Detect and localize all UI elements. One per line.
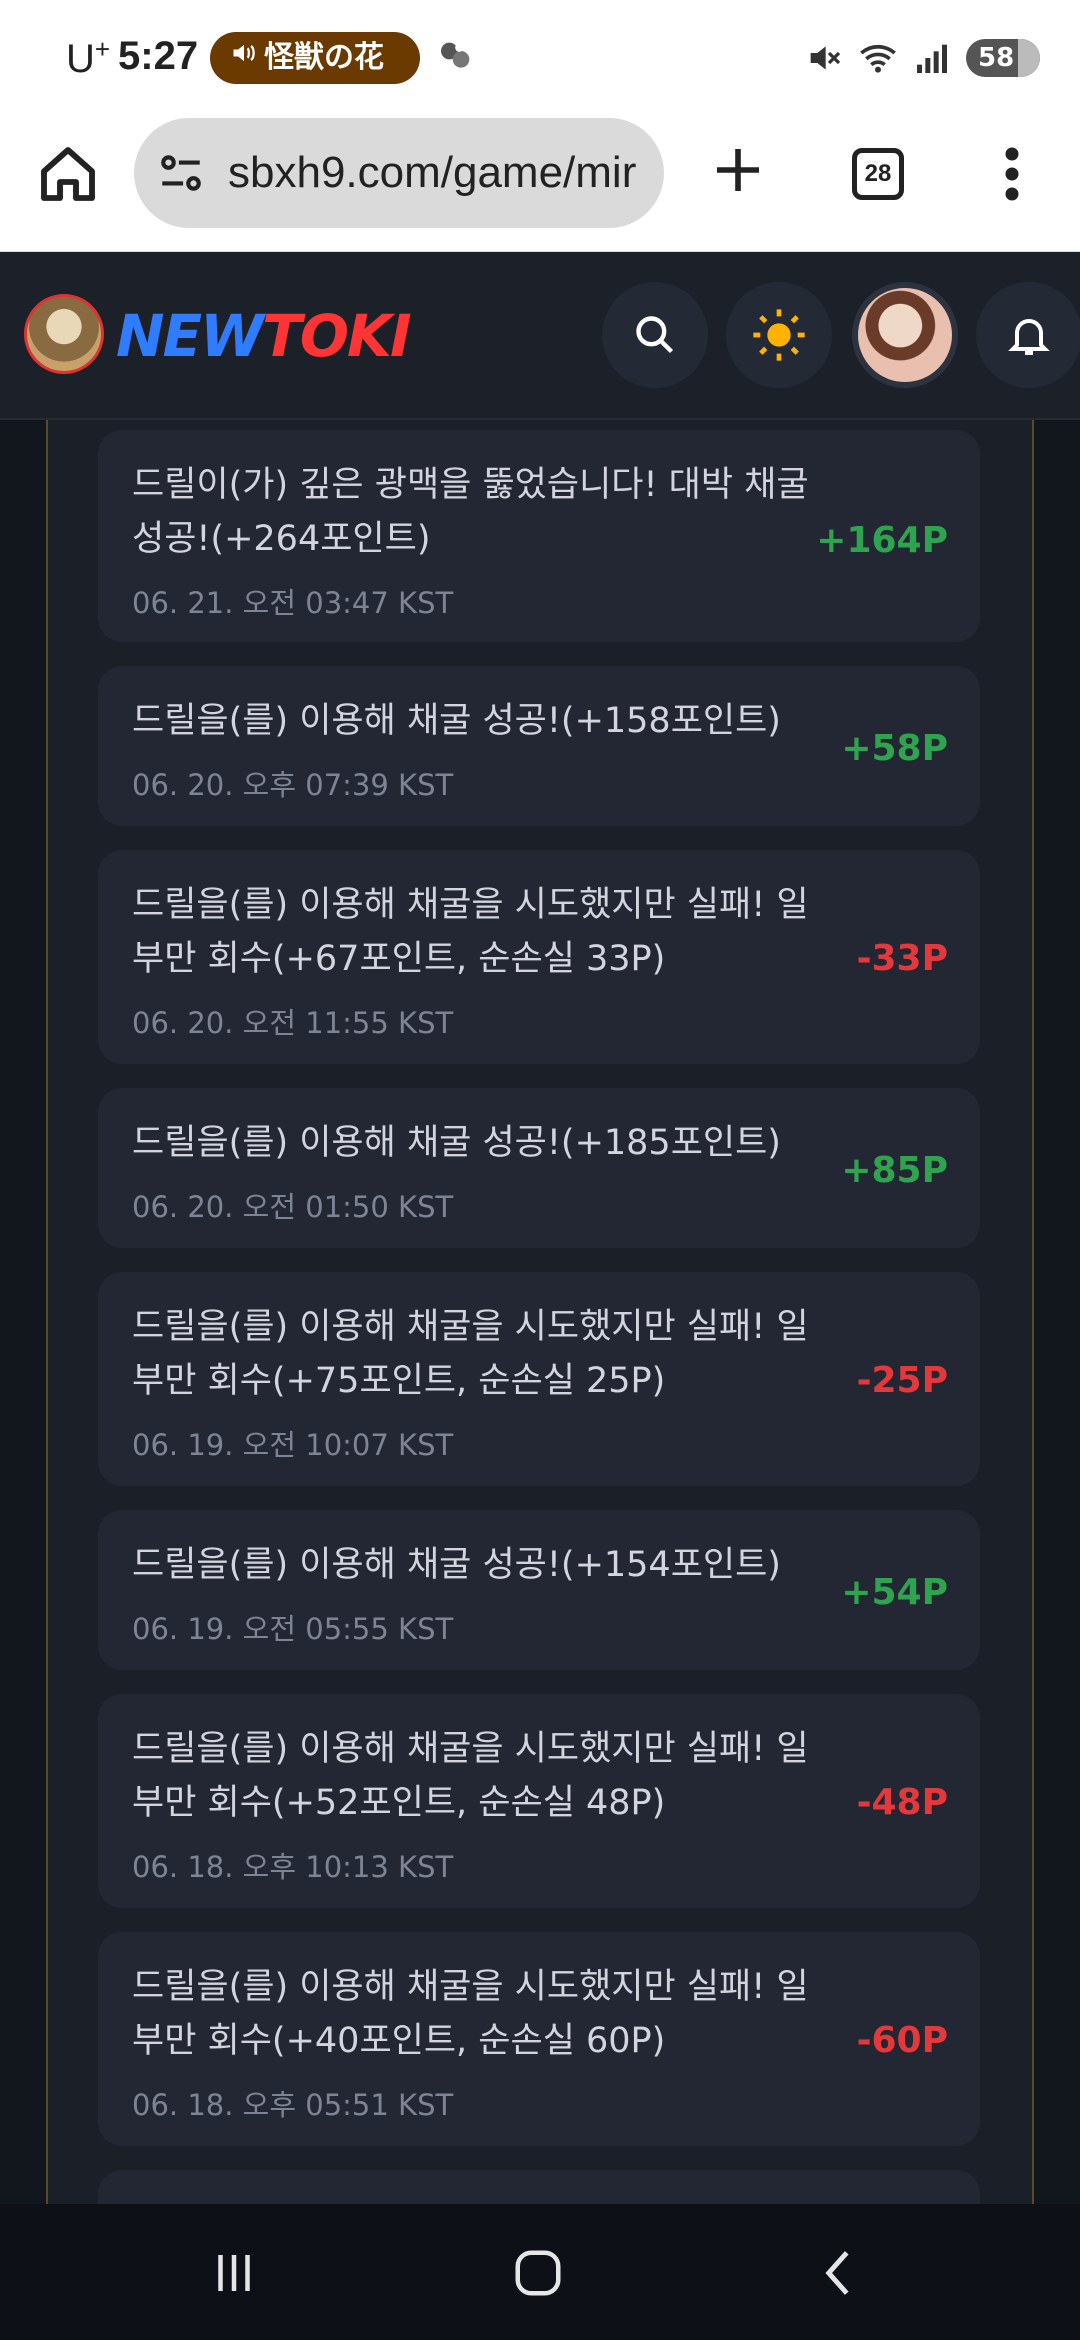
- app-notification-icon: [436, 36, 476, 76]
- site-mascot-avatar[interactable]: [24, 294, 104, 374]
- log-item: 드릴이(가) 깊은 광맥을 뚫었습니다! 대박 채굴 성공!(+264포인트) …: [98, 430, 980, 642]
- log-message: 드릴을(를) 이용해 채굴을 시도했지만 실패! 일부만 회수(+67포인트, …: [132, 885, 809, 979]
- battery-indicator: 58: [966, 39, 1040, 77]
- mute-icon: [810, 46, 841, 70]
- carrier-label: U+: [66, 34, 111, 81]
- speaker-icon: [230, 32, 264, 84]
- sun-icon: [753, 309, 805, 361]
- site-settings-icon[interactable]: [156, 148, 206, 198]
- browser-toolbar: sbxh9.com/game/mir 28: [0, 118, 1080, 252]
- notifications-button[interactable]: [976, 282, 1080, 388]
- log-time: 06. 18. 오후 05:51 KST: [132, 2088, 454, 2122]
- profile-avatar[interactable]: [852, 282, 958, 388]
- system-nav-bar: [0, 2204, 1080, 2340]
- back-icon[interactable]: [810, 2246, 870, 2300]
- log-item: 드릴을(를) 이용해 채굴을 시도했지만 실패! 일부만 회수(+67포인트, …: [98, 850, 980, 1064]
- log-time: 06. 19. 오전 10:07 KST: [132, 1428, 454, 1462]
- home-icon[interactable]: [36, 142, 100, 206]
- search-button[interactable]: [602, 282, 708, 388]
- log-amount: -33P: [856, 938, 948, 979]
- home-nav-icon[interactable]: [508, 2246, 568, 2300]
- log-item: 드릴을(를) 이용해 채굴을 시도했지만 실패! 일부만 회수(+40포인트, …: [98, 1932, 980, 2146]
- media-playing-chip[interactable]: 怪獣の花: [210, 32, 420, 84]
- theme-toggle-button[interactable]: [726, 282, 832, 388]
- site-logo[interactable]: NEWTOKI: [116, 302, 412, 370]
- wifi-icon: [860, 44, 896, 73]
- log-amount: -48P: [856, 1782, 948, 1823]
- log-time: 06. 18. 오후 10:13 KST: [132, 1850, 454, 1884]
- bell-icon: [1008, 319, 1050, 355]
- new-tab-icon[interactable]: [710, 142, 766, 198]
- log-amount: +164P: [816, 520, 948, 561]
- log-item: 드릴을(를) 이용해 채굴을 시도했지만 실패! 일부만 회수(+75포인트, …: [98, 1272, 980, 1486]
- status-bar: U+ 5:27 怪獣の花 58: [0, 0, 1080, 118]
- log-amount: +85P: [841, 1150, 948, 1191]
- log-time: 06. 21. 오전 03:47 KST: [132, 586, 454, 620]
- log-amount: -25P: [856, 1360, 948, 1401]
- log-time: 06. 19. 오전 05:55 KST: [132, 1612, 454, 1646]
- site-header: NEWTOKI: [0, 252, 1080, 420]
- log-message: 드릴이(가) 깊은 광맥을 뚫었습니다! 대박 채굴 성공!(+264포인트): [132, 465, 809, 559]
- log-message: 드릴을(를) 이용해 채굴을 시도했지만 실패! 일부만 회수(+75포인트, …: [132, 1307, 809, 1401]
- log-item-partial: [98, 2170, 980, 2204]
- log-time: 06. 20. 오전 11:55 KST: [132, 1006, 454, 1040]
- log-message: 드릴을(를) 이용해 채굴 성공!(+158포인트): [132, 701, 781, 741]
- log-message: 드릴을(를) 이용해 채굴 성공!(+154포인트): [132, 1545, 781, 1585]
- log-item: 드릴을(를) 이용해 채굴 성공!(+185포인트) 06. 20. 오전 01…: [98, 1088, 980, 1248]
- log-item: 드릴을(를) 이용해 채굴 성공!(+154포인트) 06. 19. 오전 05…: [98, 1510, 980, 1670]
- more-menu-icon[interactable]: [1000, 144, 1024, 204]
- clock: 5:27: [118, 34, 199, 78]
- log-amount: -60P: [856, 2020, 948, 2061]
- log-time: 06. 20. 오후 07:39 KST: [132, 768, 454, 802]
- log-message: 드릴을(를) 이용해 채굴을 시도했지만 실패! 일부만 회수(+52포인트, …: [132, 1729, 809, 1823]
- media-title: 怪獣の花: [264, 40, 384, 75]
- recent-apps-icon[interactable]: [204, 2246, 264, 2300]
- content-area: 드릴이(가) 깊은 광맥을 뚫었습니다! 대박 채굴 성공!(+264포인트) …: [0, 420, 1080, 2204]
- search-icon: [636, 316, 674, 354]
- tab-switcher-button[interactable]: 28: [852, 148, 904, 200]
- log-amount: +54P: [841, 1572, 948, 1613]
- log-time: 06. 20. 오전 01:50 KST: [132, 1190, 454, 1224]
- signal-icon: [917, 44, 947, 73]
- log-item: 드릴을(를) 이용해 채굴을 시도했지만 실패! 일부만 회수(+52포인트, …: [98, 1694, 980, 1908]
- address-bar[interactable]: sbxh9.com/game/mir: [134, 118, 664, 228]
- log-amount: +58P: [841, 728, 948, 769]
- log-message: 드릴을(를) 이용해 채굴 성공!(+185포인트): [132, 1123, 781, 1163]
- log-message: 드릴을(를) 이용해 채굴을 시도했지만 실패! 일부만 회수(+40포인트, …: [132, 1967, 809, 2061]
- url-text: sbxh9.com/game/mir: [228, 148, 637, 197]
- log-item: 드릴을(를) 이용해 채굴 성공!(+158포인트) 06. 20. 오후 07…: [98, 666, 980, 826]
